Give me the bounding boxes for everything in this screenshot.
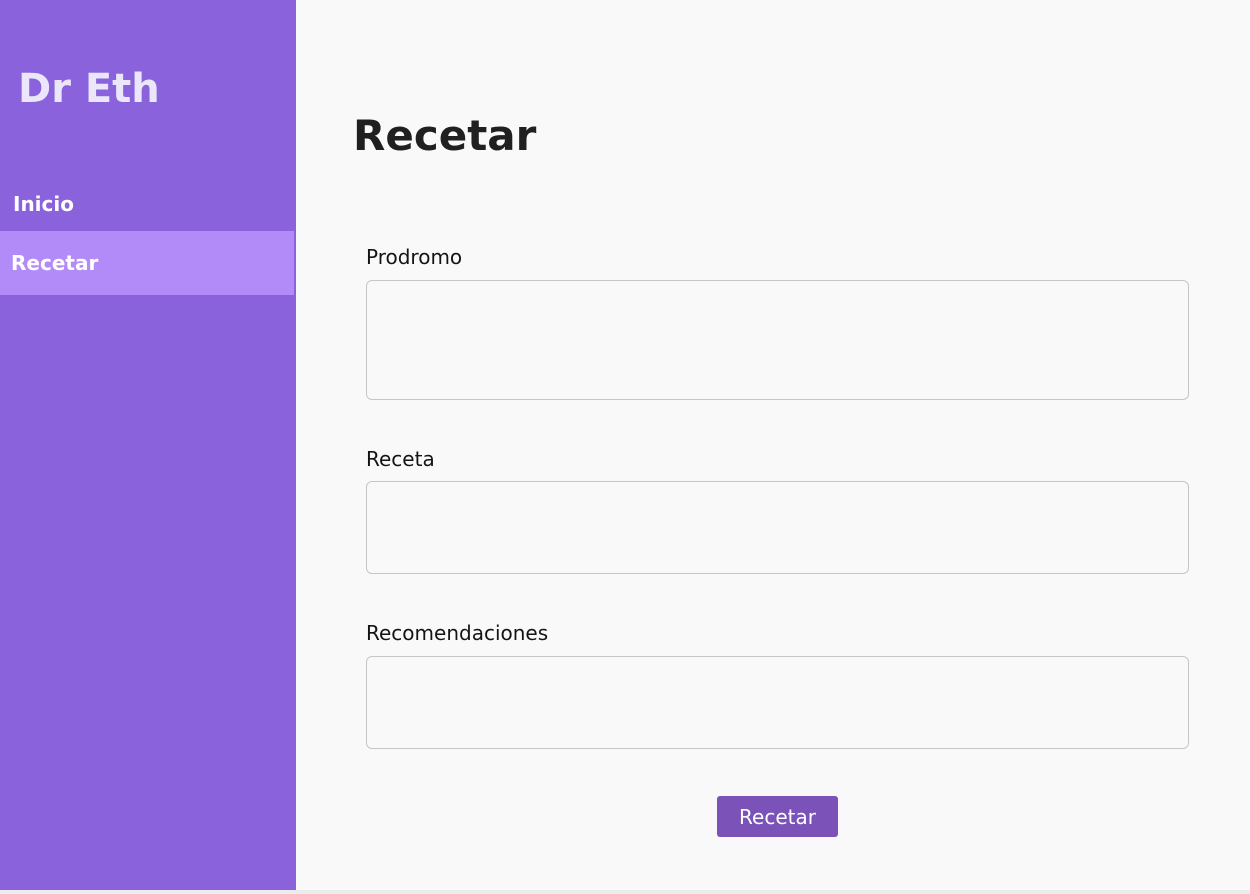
sidebar-item-label: Inicio bbox=[13, 192, 74, 216]
page-title: Recetar bbox=[353, 111, 537, 160]
prodromo-label: Prodromo bbox=[366, 245, 463, 269]
bottom-divider bbox=[0, 890, 1250, 894]
sidebar-item-recetar[interactable]: Recetar bbox=[0, 231, 294, 295]
recomendaciones-field[interactable] bbox=[366, 656, 1189, 749]
main-content: Recetar Prodromo Receta Recomendaciones … bbox=[296, 0, 1250, 890]
sidebar-item-label: Recetar bbox=[11, 251, 99, 275]
recetar-button[interactable]: Recetar bbox=[717, 796, 838, 837]
app-window: Dr Eth Inicio Recetar Recetar Prodromo R… bbox=[0, 0, 1250, 894]
receta-label: Receta bbox=[366, 447, 435, 471]
sidebar: Dr Eth Inicio Recetar bbox=[0, 0, 296, 890]
receta-field[interactable] bbox=[366, 481, 1189, 574]
sidebar-item-inicio[interactable]: Inicio bbox=[0, 172, 296, 236]
brand-title: Dr Eth bbox=[18, 66, 160, 112]
prodromo-field[interactable] bbox=[366, 280, 1189, 400]
recomendaciones-label: Recomendaciones bbox=[366, 621, 549, 645]
